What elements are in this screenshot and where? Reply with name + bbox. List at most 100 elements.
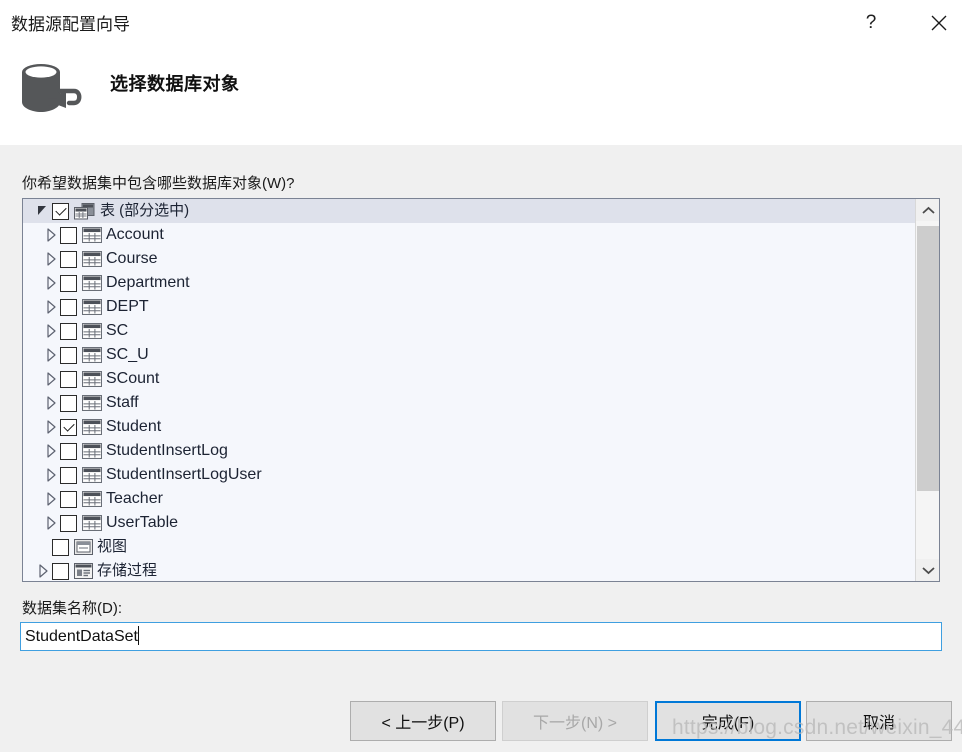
expander-expand-icon[interactable] [43, 367, 60, 391]
expander-expand-icon[interactable] [43, 319, 60, 343]
tree-item[interactable]: 表 (部分选中) [23, 199, 916, 223]
view-icon [74, 539, 93, 555]
table-icon [82, 347, 102, 363]
tree-item[interactable]: Student [23, 415, 916, 439]
tree-item[interactable]: SC_U [23, 343, 916, 367]
expander-expand-icon[interactable] [43, 415, 60, 439]
table-icon [82, 251, 102, 267]
table-icon [82, 419, 102, 435]
tree-item-label: StudentInsertLog [106, 442, 228, 459]
dataset-name-label: 数据集名称(D): [22, 600, 122, 617]
checkbox-unchecked[interactable] [60, 394, 77, 412]
tree-item[interactable]: Account [23, 223, 916, 247]
expander-expand-icon[interactable] [43, 487, 60, 511]
checkbox-checked[interactable] [52, 202, 69, 220]
tree-item[interactable]: Staff [23, 391, 916, 415]
tables-icon [74, 202, 96, 220]
title-bar: 数据源配置向导 ? [0, 0, 962, 45]
expander-placeholder [35, 535, 52, 559]
checkbox-unchecked[interactable] [60, 322, 77, 340]
question-mark-icon: ? [865, 11, 877, 33]
checkbox-unchecked[interactable] [60, 442, 77, 460]
expander-expand-icon[interactable] [43, 343, 60, 367]
tree-item-label: 表 (部分选中) [100, 202, 190, 219]
checkbox-unchecked[interactable] [52, 562, 69, 580]
table-icon [82, 275, 102, 291]
table-icon [82, 227, 102, 243]
tree-item[interactable]: Course [23, 247, 916, 271]
checkbox-unchecked[interactable] [60, 514, 77, 532]
expander-expand-icon[interactable] [35, 559, 52, 581]
tree-item-label: Course [106, 250, 158, 267]
checkbox-unchecked[interactable] [60, 466, 77, 484]
checkbox-unchecked[interactable] [52, 538, 69, 556]
tree-item[interactable]: UserTable [23, 511, 916, 535]
database-connection-icon [14, 58, 88, 120]
checkbox-unchecked[interactable] [60, 298, 77, 316]
tree-item-label: Teacher [106, 490, 163, 507]
header-band: 选择数据库对象 [0, 45, 962, 145]
tree-item-label: 视图 [97, 538, 128, 555]
expander-collapse-icon[interactable] [35, 199, 52, 223]
tree-item[interactable]: Department [23, 271, 916, 295]
tree-item-label: Student [106, 418, 162, 435]
stored-procedure-icon [74, 563, 93, 579]
tree-scrollbar[interactable] [915, 199, 939, 581]
close-button[interactable] [916, 0, 962, 45]
tree-item[interactable]: StudentInsertLogUser [23, 463, 916, 487]
table-icon [82, 443, 102, 459]
scrollbar-thumb[interactable] [917, 226, 939, 491]
expander-expand-icon[interactable] [43, 391, 60, 415]
next-button[interactable]: 下一步(N) > [502, 701, 648, 741]
tree-item[interactable]: SC [23, 319, 916, 343]
table-icon [82, 371, 102, 387]
prompt-label: 你希望数据集中包含哪些数据库对象(W)? [22, 175, 295, 192]
expander-expand-icon[interactable] [43, 463, 60, 487]
chevron-up-icon [921, 206, 935, 215]
table-icon [82, 491, 102, 507]
checkbox-unchecked[interactable] [60, 490, 77, 508]
dataset-name-input[interactable]: StudentDataSet [20, 622, 942, 651]
expander-expand-icon[interactable] [43, 223, 60, 247]
checkbox-unchecked[interactable] [60, 370, 77, 388]
expander-expand-icon[interactable] [43, 511, 60, 535]
tree-item[interactable]: 视图 [23, 535, 916, 559]
window-title: 数据源配置向导 [11, 15, 130, 34]
tree-item-label: SC [106, 322, 129, 339]
expander-expand-icon[interactable] [43, 295, 60, 319]
table-icon [82, 323, 102, 339]
tree-item[interactable]: Teacher [23, 487, 916, 511]
expander-expand-icon[interactable] [43, 247, 60, 271]
expander-expand-icon[interactable] [43, 439, 60, 463]
tree-list[interactable]: 表 (部分选中) Account Course Department DEPT SC SC_… [23, 199, 916, 581]
tree-item-label: Staff [106, 394, 139, 411]
help-button[interactable]: ? [848, 0, 894, 45]
tree-item-label: StudentInsertLogUser [106, 466, 262, 483]
table-icon [82, 395, 102, 411]
cancel-button[interactable]: 取消 [806, 701, 952, 741]
database-objects-tree[interactable]: 表 (部分选中) Account Course Department DEPT SC SC_… [22, 198, 940, 582]
tree-item[interactable]: DEPT [23, 295, 916, 319]
checkbox-checked[interactable] [60, 418, 77, 436]
expander-expand-icon[interactable] [43, 271, 60, 295]
table-icon [82, 467, 102, 483]
checkbox-unchecked[interactable] [60, 226, 77, 244]
scroll-up-button[interactable] [916, 199, 939, 221]
tree-item[interactable]: SCount [23, 367, 916, 391]
chevron-down-icon [921, 566, 935, 575]
scroll-down-button[interactable] [916, 559, 939, 581]
tree-item-label: SC_U [106, 346, 149, 363]
close-icon [930, 14, 948, 32]
tree-item-label: Account [106, 226, 164, 243]
tree-item-label: 存储过程 [97, 562, 158, 579]
tree-item[interactable]: 存储过程 [23, 559, 916, 581]
previous-button[interactable]: < 上一步(P) [350, 701, 496, 741]
checkbox-unchecked[interactable] [60, 274, 77, 292]
scrollbar-track[interactable] [916, 221, 939, 559]
tree-item-label: DEPT [106, 298, 149, 315]
tree-item[interactable]: StudentInsertLog [23, 439, 916, 463]
checkbox-unchecked[interactable] [60, 250, 77, 268]
checkbox-unchecked[interactable] [60, 346, 77, 364]
finish-button[interactable]: 完成(F) [655, 701, 801, 741]
table-icon [82, 299, 102, 315]
